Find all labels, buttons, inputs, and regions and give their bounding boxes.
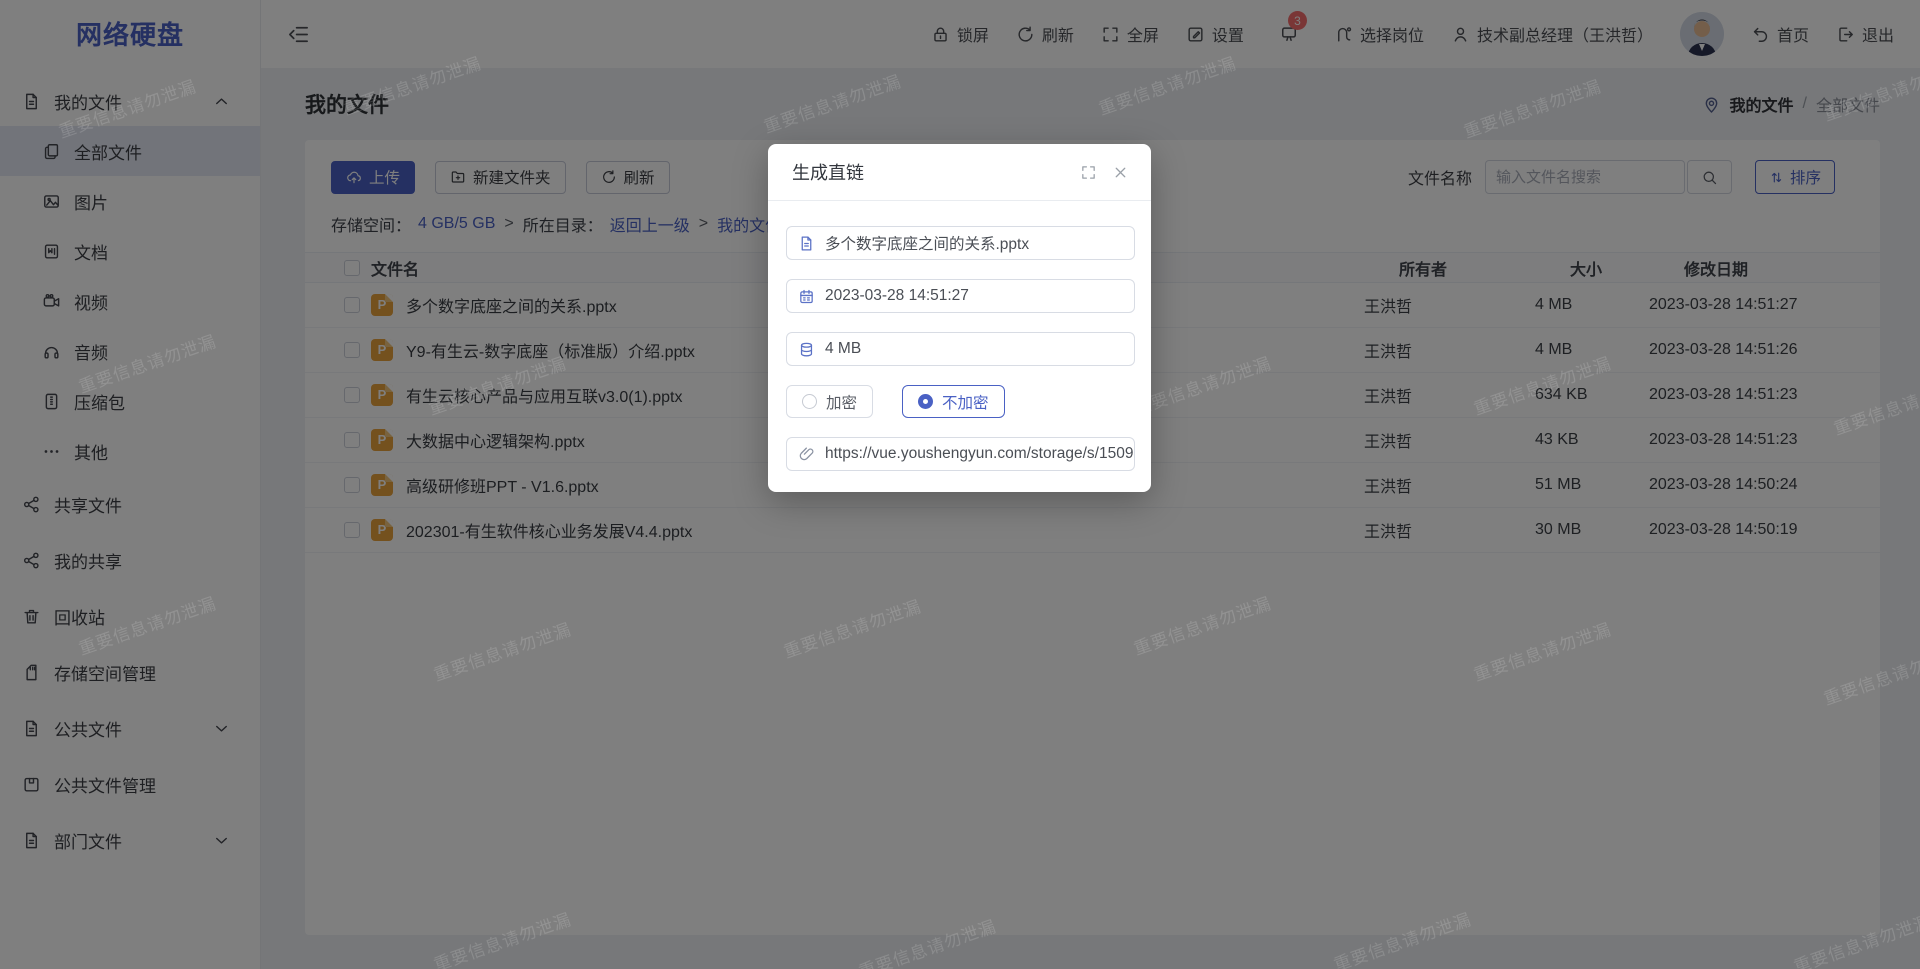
no-encrypt-label: 不加密 xyxy=(942,391,989,413)
close-icon[interactable] xyxy=(1112,164,1129,181)
encrypt-options: 加密 不加密 xyxy=(786,385,1135,418)
file-name-field[interactable]: 多个数字底座之间的关系.pptx xyxy=(786,226,1135,260)
dialog-body: 多个数字底座之间的关系.pptx 2023-03-28 14:51:27 4 M… xyxy=(768,201,1151,471)
direct-link-value: https://vue.youshengyun.com/storage/s/15… xyxy=(825,445,1133,463)
file-size-value: 4 MB xyxy=(825,340,861,358)
radio-selected-icon xyxy=(918,394,933,409)
file-size-field[interactable]: 4 MB xyxy=(786,332,1135,366)
calendar-icon xyxy=(798,288,815,305)
file-name-value: 多个数字底座之间的关系.pptx xyxy=(825,232,1029,254)
no-encrypt-option[interactable]: 不加密 xyxy=(902,385,1005,418)
dialog-title: 生成直链 xyxy=(792,159,864,185)
app-root: 网络硬盘 我的文件 全部文件 图片 文档 视频 xyxy=(0,0,1920,969)
maximize-icon[interactable] xyxy=(1080,164,1097,181)
radio-unselected-icon xyxy=(802,394,817,409)
encrypt-label: 加密 xyxy=(826,391,857,413)
direct-link-field[interactable]: https://vue.youshengyun.com/storage/s/15… xyxy=(786,437,1135,471)
generate-link-dialog: 生成直链 多个数字底座之间的关系.pptx 2023-03-28 14:51:2… xyxy=(768,144,1151,492)
file-icon xyxy=(798,235,815,252)
file-date-field[interactable]: 2023-03-28 14:51:27 xyxy=(786,279,1135,313)
paperclip-icon xyxy=(798,446,815,463)
encrypt-option[interactable]: 加密 xyxy=(786,385,873,418)
database-icon xyxy=(798,341,815,358)
file-date-value: 2023-03-28 14:51:27 xyxy=(825,287,969,305)
dialog-header: 生成直链 xyxy=(768,144,1151,201)
dialog-header-actions xyxy=(1080,164,1129,181)
